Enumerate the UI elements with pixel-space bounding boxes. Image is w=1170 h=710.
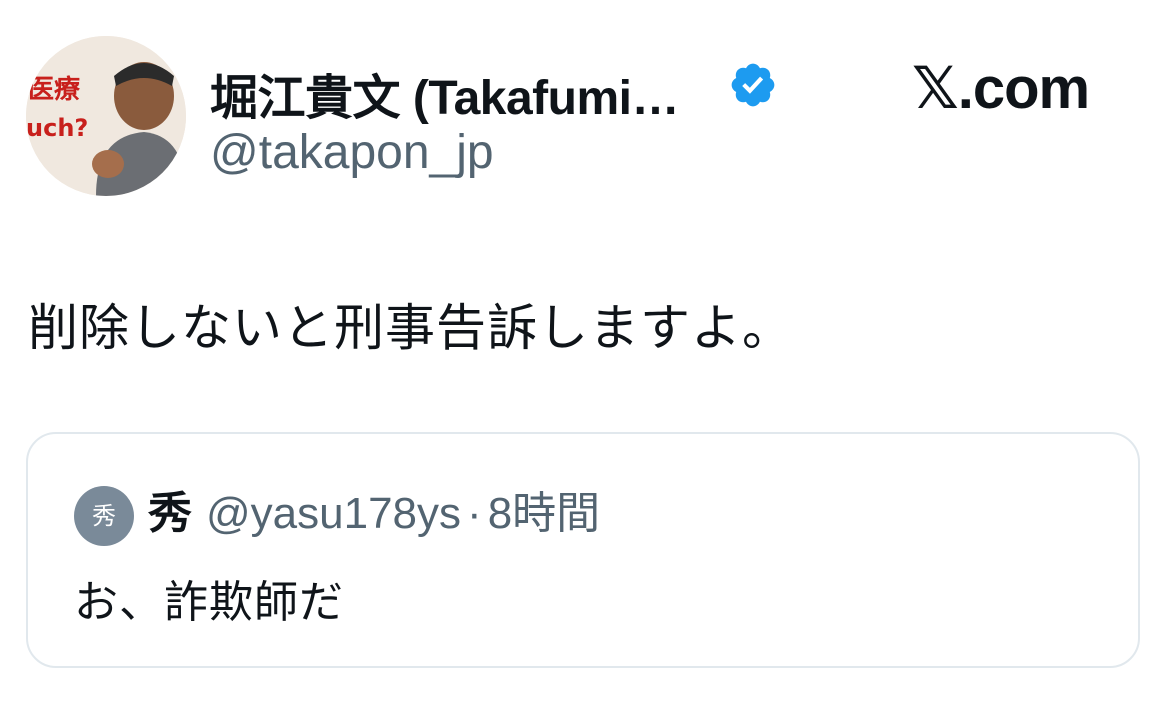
author-display-name[interactable]: 堀江貴文 (Takafumi… [210, 58, 680, 128]
author-avatar[interactable]: 医療 uch? [26, 36, 186, 196]
svg-text:医療: 医療 [28, 75, 81, 105]
quoted-author-handle[interactable]: @yasu178ys [206, 489, 461, 538]
quoted-tweet-text: お、詐欺師だ [74, 578, 344, 627]
separator-dot: · [467, 489, 482, 538]
svg-text:uch?: uch? [26, 114, 88, 142]
tweet-card: 医療 uch? 堀江貴文 (Takafumi… @takapon_jp 𝕏.co… [0, 0, 1170, 710]
quoted-author-avatar[interactable]: 秀 [74, 486, 134, 546]
quoted-tweet-header: 秀 @yasu178ys · 8時間 [148, 486, 600, 542]
verified-badge-icon [731, 63, 775, 107]
quoted-tweet-time[interactable]: 8時間 [488, 489, 600, 538]
quoted-author-name[interactable]: 秀 [148, 489, 192, 538]
author-handle[interactable]: @takapon_jp [210, 125, 494, 180]
tweet-text: 削除しないと刑事告訴しますよ。 [28, 300, 793, 356]
x-logo[interactable]: 𝕏.com [912, 54, 1090, 122]
quoted-tweet[interactable]: 秀 秀 @yasu178ys · 8時間 お、詐欺師だ [26, 432, 1140, 668]
avatar-photo: 医療 uch? [26, 36, 186, 196]
